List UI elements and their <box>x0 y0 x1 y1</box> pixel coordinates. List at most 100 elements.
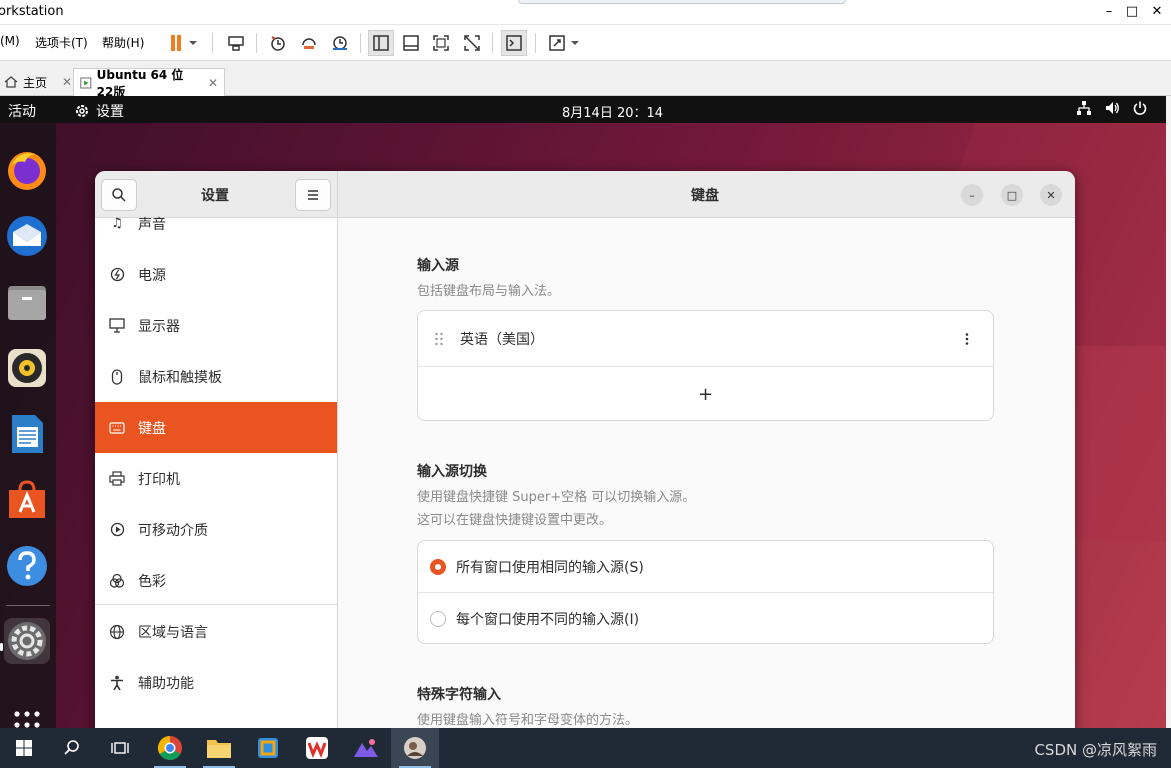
menu-help[interactable]: 帮助(H) <box>102 34 144 51</box>
input-sources-list: 英语（美国） + <box>417 310 994 421</box>
sidebar-item-mouse[interactable]: 鼠标和触摸板 <box>95 351 337 402</box>
pause-icon <box>171 35 175 51</box>
close-button[interactable]: ✕ <box>1146 2 1168 22</box>
show-applications-button[interactable] <box>4 697 50 728</box>
pause-button[interactable] <box>164 30 204 56</box>
sidebar-item-sound[interactable]: ♫ 声音 <box>95 198 337 249</box>
more-options-icon[interactable] <box>965 332 969 346</box>
switching-description-2: 这可以在键盘快捷键设置中更改。 <box>417 513 613 528</box>
taskbar-file-explorer[interactable] <box>195 728 243 768</box>
fullscreen-icon <box>433 35 449 51</box>
vmware-titlebar: orkstation – □ ✕ <box>0 0 1171 25</box>
console-view-button[interactable] <box>501 30 527 56</box>
vm-thumbnail-icon <box>404 737 426 759</box>
toolbar-separator <box>360 33 361 53</box>
stretch-icon <box>549 35 565 51</box>
sidebar-item-display[interactable]: 显示器 <box>95 300 337 351</box>
tab-ubuntu[interactable]: Ubuntu 64 位22版 ✕ <box>73 68 225 99</box>
sidebar-item-label: 区域与语言 <box>138 624 208 641</box>
sidebar-item-label: 声音 <box>138 216 166 233</box>
radio-checked[interactable] <box>430 558 446 575</box>
revert-snapshot-icon <box>302 38 316 49</box>
mouse-icon <box>109 368 125 385</box>
grid-app-icon <box>258 738 278 758</box>
menu-tabs[interactable]: 选项卡(T) <box>35 34 88 51</box>
tab-close-button[interactable]: ✕ <box>62 75 72 89</box>
app-store-icon <box>9 480 45 518</box>
taskbar-app-blue[interactable] <box>244 728 292 768</box>
dock-firefox[interactable] <box>4 147 50 193</box>
drag-handle-icon[interactable] <box>434 331 444 347</box>
display-icon <box>109 318 125 334</box>
window-minimize-button[interactable]: – <box>961 184 983 206</box>
csdn-watermark: CSDN @凉风絮雨 <box>1034 741 1157 759</box>
dock-app-center[interactable] <box>4 477 50 523</box>
dock-files[interactable] <box>4 279 50 325</box>
tab-close-button[interactable]: ✕ <box>208 76 218 90</box>
keyboard-icon <box>109 420 125 436</box>
unity-mode-button[interactable] <box>459 30 485 56</box>
system-status-area[interactable] <box>1076 100 1148 116</box>
sidebar-item-label: 电源 <box>138 267 166 284</box>
mountain-app-icon <box>354 739 378 757</box>
add-input-source-button[interactable]: + <box>418 367 993 420</box>
taskbar-chrome[interactable] <box>146 728 194 768</box>
snapshot-manager-button[interactable] <box>327 30 353 56</box>
taskbar-wps[interactable] <box>293 728 341 768</box>
snapshot-button[interactable] <box>265 30 291 56</box>
send-ctrl-alt-del-icon <box>228 36 244 51</box>
volume-icon <box>1106 102 1119 114</box>
sidebar-item-power[interactable]: 电源 <box>95 249 337 300</box>
send-keys-button[interactable] <box>223 30 249 56</box>
windows-logo-icon <box>16 740 32 756</box>
accessibility-icon <box>109 675 125 691</box>
dock-libreoffice-writer[interactable] <box>4 411 50 457</box>
dock-help[interactable] <box>4 543 50 589</box>
dock-thunderbird[interactable] <box>4 213 50 259</box>
switching-description-1: 使用键盘快捷键 Super+空格 可以切换输入源。 <box>417 490 696 505</box>
task-view-icon <box>111 742 129 754</box>
sidebar-item-keyboard[interactable]: 键盘 <box>95 402 337 453</box>
tab-label: 主页 <box>23 75 48 90</box>
taskbar-app-mountain[interactable] <box>342 728 390 768</box>
sidebar-item-region-language[interactable]: 区域与语言 <box>95 606 337 657</box>
sidebar-item-accessibility[interactable]: 辅助功能 <box>95 657 337 708</box>
radio-same-source[interactable]: 所有窗口使用相同的输入源(S) <box>418 541 993 592</box>
start-button[interactable] <box>0 728 48 768</box>
thunderbird-icon <box>7 216 47 256</box>
show-library-button[interactable] <box>368 30 394 56</box>
guest-desktop[interactable]: 活动 设置 8月14日 20：14 设置 键盘 – □ ✕ ♫ 声音 电源 显示… <box>0 96 1166 728</box>
task-view-button[interactable] <box>96 728 144 768</box>
rhythmbox-icon <box>8 349 46 387</box>
sidebar-item-label: 辅助功能 <box>138 675 194 692</box>
unity-icon <box>464 35 480 51</box>
snapshot-icon <box>271 36 285 51</box>
page-title: 键盘 <box>691 188 719 204</box>
revert-snapshot-button[interactable] <box>296 30 322 56</box>
dock-settings[interactable] <box>4 618 50 664</box>
activities-button[interactable]: 活动 <box>8 101 36 121</box>
network-icon <box>1077 101 1091 115</box>
stretch-button[interactable] <box>544 30 584 56</box>
window-close-button[interactable]: ✕ <box>1040 184 1062 206</box>
taskbar-vmware[interactable] <box>391 728 439 768</box>
app-menu[interactable]: 设置 <box>74 101 124 121</box>
sidebar-item-removable-media[interactable]: 可移动介质 <box>95 504 337 555</box>
vm-running-icon <box>80 77 92 88</box>
maximize-button[interactable]: □ <box>1121 2 1143 22</box>
radio-unchecked[interactable] <box>430 610 446 627</box>
sidebar-item-color[interactable]: 色彩 <box>95 555 337 606</box>
radio-different-source[interactable]: 每个窗口使用不同的输入源(I) <box>418 593 993 643</box>
sidebar-item-printers[interactable]: 打印机 <box>95 453 337 504</box>
dock-rhythmbox[interactable] <box>4 345 50 391</box>
input-source-row[interactable]: 英语（美国） <box>418 311 993 366</box>
menu-vm[interactable]: (M) <box>0 34 20 48</box>
power-icon <box>1133 101 1147 115</box>
clock[interactable]: 8月14日 20：14 <box>562 102 663 121</box>
search-button[interactable] <box>48 728 96 768</box>
minimize-button[interactable]: – <box>1098 2 1120 22</box>
fullscreen-button[interactable] <box>428 30 454 56</box>
thumbnail-bar-button[interactable] <box>398 30 424 56</box>
tab-home[interactable]: 主页 ✕ <box>0 68 78 96</box>
window-maximize-button[interactable]: □ <box>1001 184 1023 206</box>
